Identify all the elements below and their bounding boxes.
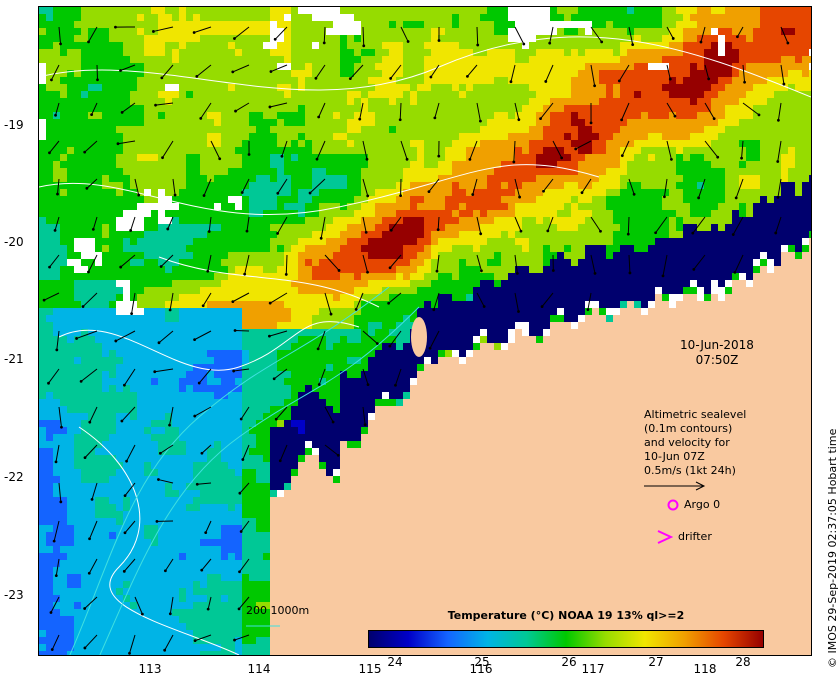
altimetry-legend: Altimetric sealevel (0.1m contours) and … — [644, 408, 784, 496]
drifter-legend: drifter — [657, 530, 712, 544]
colorbar-tick-label: 24 — [387, 655, 403, 669]
argo-legend: Argo 0 — [667, 498, 720, 512]
observation-timestamp: 10-Jun-2018 07:50Z — [652, 338, 782, 368]
lon-tick-label: 113 — [138, 662, 162, 676]
colorbar-tick-label: 25 — [474, 655, 490, 669]
lat-tick-label: -20 — [4, 235, 24, 249]
sst-map-canvas — [39, 7, 811, 655]
depth-contour-line-icon — [246, 625, 280, 627]
observation-date: 10-Jun-2018 — [680, 338, 754, 352]
altimetry-legend-line: Altimetric sealevel — [644, 408, 747, 421]
lat-tick-label: -21 — [4, 352, 24, 366]
lat-tick-label: -19 — [4, 118, 24, 132]
lon-tick-label: 114 — [247, 662, 271, 676]
lat-tick-label: -22 — [4, 470, 24, 484]
drifter-icon — [657, 530, 673, 544]
altimetry-legend-line: (0.1m contours) — [644, 422, 733, 435]
observation-time: 07:50Z — [695, 353, 739, 367]
temperature-colorbar — [368, 630, 764, 648]
lon-tick-label: 118 — [693, 662, 717, 676]
colorbar-title: Temperature (°C) NOAA 19 13% ql>=2 — [447, 609, 685, 622]
island — [411, 317, 427, 357]
colorbar-tick-label: 26 — [561, 655, 577, 669]
depth-contour-legend: 200 1000m — [246, 604, 309, 632]
velocity-scale-arrow-icon — [644, 481, 706, 491]
altimetry-legend-line: and velocity for — [644, 436, 730, 449]
colorbar-tick-label: 27 — [648, 655, 664, 669]
altimetry-legend-line: 10-Jun 07Z — [644, 450, 705, 463]
altimetry-legend-line: 0.5m/s (1kt 24h) — [644, 464, 736, 477]
lat-tick-label: -23 — [4, 588, 24, 602]
credit-text: © IMOS 29-Sep-2019 02:37:05 Hobart time — [826, 428, 839, 668]
argo-float-icon — [667, 499, 679, 511]
drifter-label: drifter — [678, 530, 712, 543]
argo-label: Argo 0 — [684, 498, 721, 511]
sst-map — [38, 6, 812, 656]
colorbar-tick-label: 28 — [735, 655, 751, 669]
depth-contour-label: 200 1000m — [246, 604, 310, 617]
